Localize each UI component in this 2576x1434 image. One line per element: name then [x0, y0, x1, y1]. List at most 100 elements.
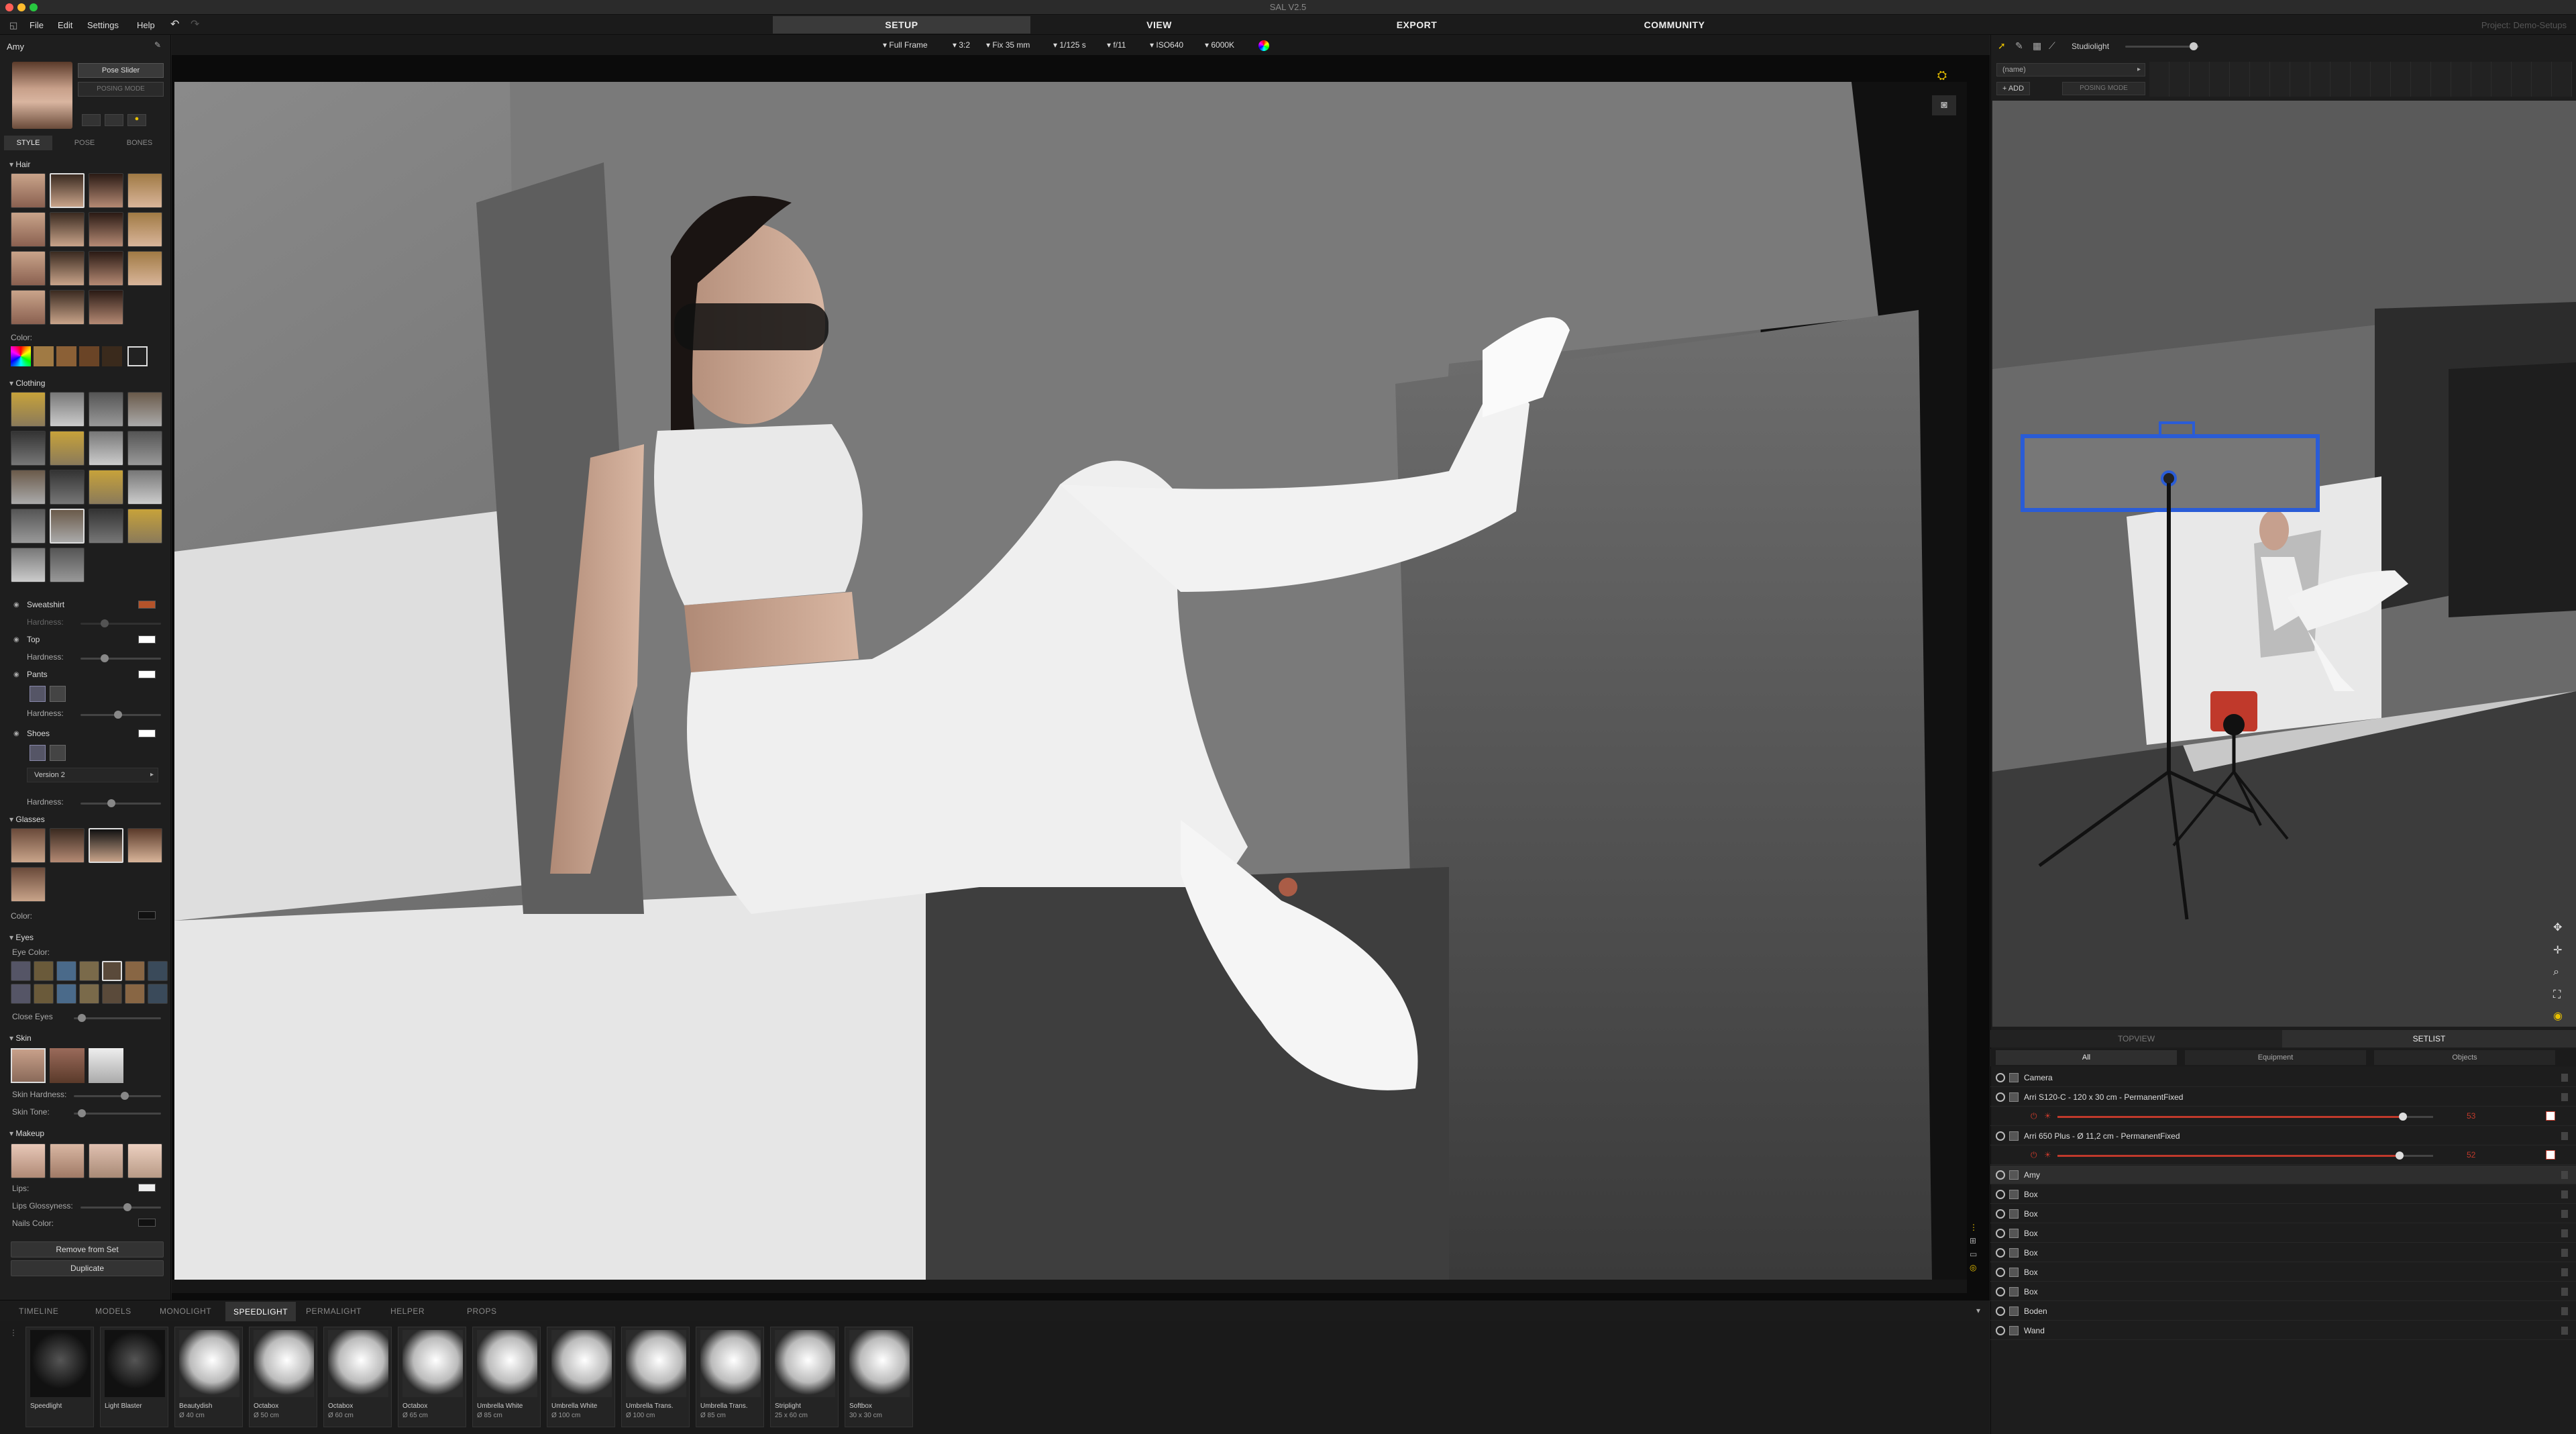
pin-icon[interactable]: ✎ — [154, 40, 161, 50]
visibility-eye-icon[interactable] — [1996, 1326, 2005, 1335]
light-modifier-item[interactable]: Octabox Ø 60 cm — [323, 1327, 392, 1427]
hair-color-blonde[interactable] — [34, 346, 54, 366]
tab-props[interactable]: PROPS — [467, 1307, 497, 1316]
orbit-icon[interactable]: ✥ — [2553, 921, 2562, 934]
clothing-item-16[interactable] — [127, 509, 162, 544]
object-name-field[interactable]: (name) ▸ — [1996, 63, 2145, 76]
light-modifier-item[interactable]: Octabox Ø 50 cm — [249, 1327, 317, 1427]
lock-icon[interactable] — [2561, 1307, 2568, 1315]
visibility-eye-icon[interactable] — [1996, 1268, 2005, 1277]
snapshot-icon[interactable]: ◙ — [1932, 95, 1956, 115]
model-avatar[interactable] — [12, 62, 72, 129]
eye-color-1[interactable] — [11, 961, 31, 981]
collapse-tray-icon[interactable]: ▾ — [1976, 1306, 1980, 1315]
power-slider[interactable] — [2057, 1113, 2433, 1121]
light-modifier-item[interactable]: Octabox Ø 65 cm — [398, 1327, 466, 1427]
light-modifier-item[interactable]: Softbox 30 x 30 cm — [845, 1327, 913, 1427]
lock-icon[interactable] — [2561, 1171, 2568, 1179]
app-menu-icon[interactable]: ◱ — [9, 20, 17, 31]
setlist-row[interactable]: Camera — [1990, 1068, 2576, 1087]
makeup-style-3[interactable] — [89, 1143, 123, 1178]
undo-icon[interactable]: ↶ — [170, 17, 179, 31]
aperture-select[interactable]: ▾ f/11 — [1107, 40, 1126, 50]
power-icon[interactable]: ⏻ — [2031, 1111, 2037, 1121]
sweatshirt-hardness-slider[interactable] — [80, 619, 161, 627]
menu-edit[interactable]: Edit — [58, 20, 72, 30]
tab-view[interactable]: VIEW — [1030, 16, 1288, 34]
hair-style-13[interactable] — [11, 290, 46, 325]
eye-color-13[interactable] — [125, 984, 145, 1004]
makeup-style-4[interactable] — [127, 1143, 162, 1178]
eye-color-6[interactable] — [125, 961, 145, 981]
glasses-style-1[interactable] — [11, 828, 46, 863]
setlist-row[interactable]: Arri 650 Plus - Ø 11,2 cm - PermanentFix… — [1990, 1127, 2576, 1145]
glasses-style-2[interactable] — [50, 828, 85, 863]
setlist-row[interactable]: Wand — [1990, 1321, 2576, 1340]
clothing-item-15[interactable] — [89, 509, 123, 544]
sensor-select[interactable]: ▾ Full Frame — [883, 40, 928, 50]
lock-icon[interactable] — [2561, 1229, 2568, 1237]
visibility-eye-icon[interactable] — [1996, 1248, 2005, 1258]
glasses-style-3[interactable] — [89, 828, 123, 863]
light-color-swatch[interactable] — [2546, 1111, 2555, 1121]
lock-pose-icon[interactable]: ● — [127, 114, 146, 126]
camera-viewport[interactable]: ⛭ ◙ ⋮ ⊞ ▭ ◎ — [172, 55, 1990, 1300]
hair-style-14[interactable] — [50, 290, 85, 325]
setlist-row[interactable]: Box — [1990, 1224, 2576, 1243]
visibility-eye-icon[interactable] — [1996, 1209, 2005, 1219]
tab-monolight[interactable]: MONOLIGHT — [160, 1307, 211, 1316]
tab-export[interactable]: EXPORT — [1288, 16, 1546, 34]
modifier-icon[interactable]: ☀ — [2044, 1150, 2051, 1160]
visibility-eye-icon[interactable] — [1996, 1307, 2005, 1316]
hair-color-dark[interactable] — [102, 346, 122, 366]
redo-icon[interactable]: ↷ — [191, 17, 199, 31]
zoom-icon[interactable]: ⌕ — [2553, 966, 2559, 978]
hair-style-9[interactable] — [11, 251, 46, 286]
tab-setup[interactable]: SETUP — [773, 16, 1030, 34]
lips-glossyness-slider[interactable] — [80, 1203, 161, 1211]
safe-frame-icon[interactable]: ▭ — [1970, 1249, 1977, 1259]
top-hardness-slider[interactable] — [80, 654, 161, 662]
hair-color-light-brown[interactable] — [56, 346, 76, 366]
light-color-swatch[interactable] — [2546, 1150, 2555, 1160]
hair-style-2[interactable] — [50, 173, 85, 208]
hair-color-black[interactable] — [127, 346, 148, 366]
filter-objects[interactable]: Objects — [2374, 1050, 2555, 1065]
menu-file[interactable]: File — [30, 20, 44, 30]
render-preview[interactable] — [174, 82, 1967, 1280]
pointer-tool-icon[interactable]: ➚ — [1998, 40, 2006, 52]
hair-style-1[interactable] — [11, 173, 46, 208]
eye-color-14[interactable] — [148, 984, 168, 1004]
shoes-variant-1[interactable] — [30, 745, 46, 761]
shoes-eye-icon[interactable]: ◉ — [13, 730, 19, 737]
lock-icon[interactable] — [2561, 1327, 2568, 1335]
tab-permalight[interactable]: PERMALIGHT — [306, 1307, 362, 1316]
fit-icon[interactable] — [82, 114, 101, 126]
eye-color-3[interactable] — [56, 961, 76, 981]
tab-pose[interactable]: POSE — [60, 136, 109, 150]
perspective-3d-view[interactable]: ✥ ✛ ⌕ ⛶ ◉ — [1992, 101, 2576, 1027]
pen-tool-icon[interactable]: ✎ — [2015, 40, 2023, 52]
setlist-row[interactable]: Box — [1990, 1205, 2576, 1223]
remove-from-set-button[interactable]: Remove from Set — [11, 1241, 164, 1258]
skin-hardness-slider[interactable] — [74, 1092, 161, 1100]
hair-style-6[interactable] — [50, 212, 85, 247]
hair-style-3[interactable] — [89, 173, 123, 208]
clothing-item-10[interactable] — [50, 470, 85, 505]
eye-color-10[interactable] — [56, 984, 76, 1004]
glasses-color[interactable] — [138, 911, 156, 919]
light-modifier-item[interactable]: Striplight 25 x 60 cm — [770, 1327, 839, 1427]
tab-models[interactable]: MODELS — [95, 1307, 131, 1316]
visibility-eye-icon[interactable] — [1996, 1229, 2005, 1238]
studiolight-slider[interactable] — [2125, 42, 2199, 50]
hair-color-brown[interactable] — [79, 346, 99, 366]
eye-color-12[interactable] — [102, 984, 122, 1004]
hair-style-5[interactable] — [11, 212, 46, 247]
tab-community[interactable]: COMMUNITY — [1546, 16, 1803, 34]
sweatshirt-eye-icon[interactable]: ◉ — [13, 601, 19, 609]
shutter-select[interactable]: ▾ 1/125 s — [1053, 40, 1086, 50]
power-icon[interactable]: ⏻ — [2031, 1150, 2037, 1160]
frame-tool-icon[interactable]: ▦ — [2033, 40, 2041, 52]
right-posing-mode-button[interactable]: POSING MODE — [2062, 82, 2145, 95]
visibility-eye-icon[interactable] — [1996, 1170, 2005, 1180]
